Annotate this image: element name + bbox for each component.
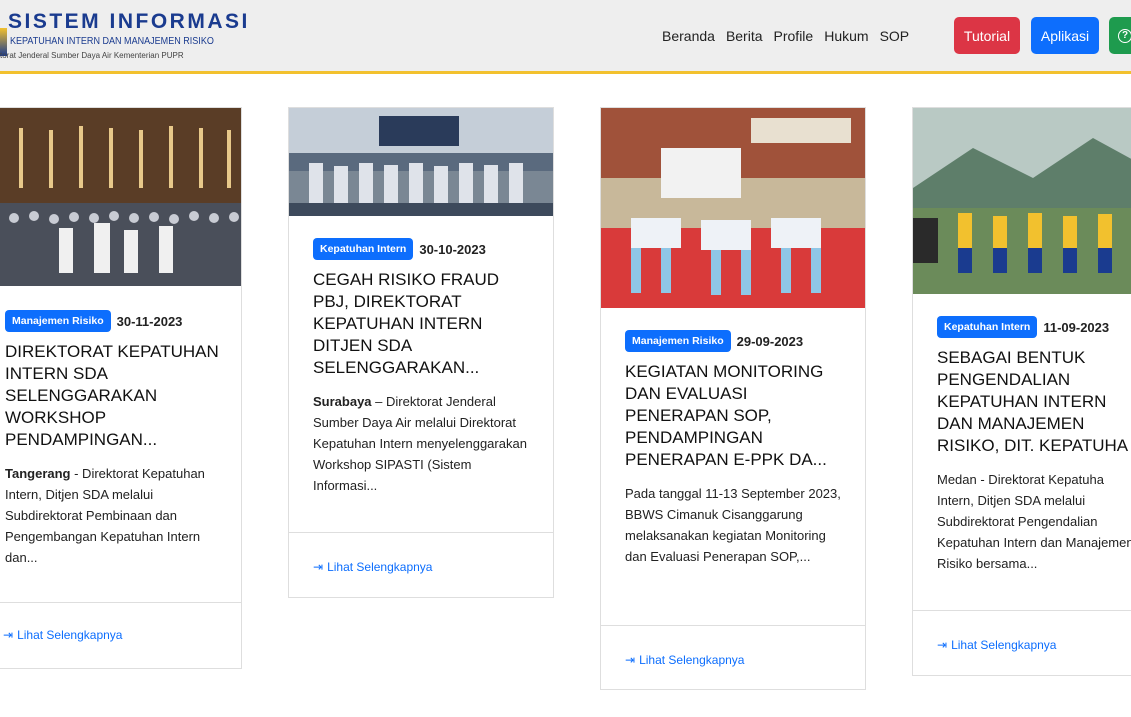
news-image[interactable] — [601, 108, 865, 308]
read-more-link[interactable]: ⇥ Lihat Selengkapnya — [625, 653, 744, 667]
brand-subtitle: KEPATUHAN INTERN DAN MANAJEMEN RISIKO — [10, 35, 214, 47]
sign-in-icon: ⇥ — [3, 628, 14, 642]
post-date: 30-11-2023 — [116, 313, 183, 329]
card-footer: ⇥ Lihat Selengkapnya — [913, 610, 1131, 677]
question-circle-icon: ? — [1118, 28, 1131, 43]
excerpt-location: Tangerang — [5, 466, 71, 481]
category-badge[interactable]: Kepatuhan Intern — [313, 238, 414, 260]
navbar: SISTEM INFORMASI KEPATUHAN INTERN DAN MA… — [0, 0, 1131, 74]
sign-in-icon: ⇥ — [625, 653, 636, 667]
excerpt-location: Surabaya — [313, 394, 372, 409]
category-badge[interactable]: Manajemen Risiko — [5, 310, 111, 332]
news-card: Manajemen Risiko 30-11-2023 DIREKTORAT K… — [0, 107, 242, 669]
excerpt-text: Medan - Direktorat Kepatuha Intern, Ditj… — [937, 472, 1131, 571]
post-date: 11-09-2023 — [1043, 319, 1110, 335]
nav-profile[interactable]: Profile — [774, 28, 814, 44]
post-date: 30-10-2023 — [419, 241, 486, 257]
card-footer: ⇥ Lihat Selengkapnya — [601, 625, 865, 691]
card-footer: ⇥ Lihat Selengkapnya — [0, 602, 241, 670]
news-image[interactable] — [913, 108, 1131, 294]
post-date: 29-09-2023 — [736, 333, 804, 349]
brand-title: SISTEM INFORMASI — [8, 10, 250, 33]
nav-hukum[interactable]: Hukum — [824, 28, 868, 44]
read-more-link[interactable]: ⇥ Lihat Selengkapnya — [3, 628, 122, 642]
news-excerpt: Tangerang - Direktorat Kepatuhan Intern,… — [5, 463, 231, 568]
news-excerpt: Surabaya – Direktorat Jenderal Sumber Da… — [313, 391, 539, 496]
news-excerpt: Pada tanggal 11-13 September 2023, BBWS … — [625, 483, 851, 567]
sign-in-icon: ⇥ — [937, 638, 948, 652]
brand-organization: torat Jenderal Sumber Daya Air Kementeri… — [0, 51, 184, 60]
news-title[interactable]: DIREKTORAT KEPATUHAN INTERN SDA SELENGGA… — [5, 341, 231, 451]
excerpt-text: Pada tanggal 11-13 September 2023, BBWS … — [625, 486, 841, 564]
nav-berita[interactable]: Berita — [726, 28, 763, 44]
news-image[interactable] — [0, 108, 241, 286]
news-image[interactable] — [289, 108, 553, 216]
help-button[interactable]: ? — [1109, 17, 1131, 54]
read-more-link[interactable]: ⇥ Lihat Selengkapnya — [937, 638, 1056, 652]
tutorial-button[interactable]: Tutorial — [954, 17, 1020, 54]
news-title[interactable]: SEBAGAI BENTUK PENGENDALIAN KEPATUHAN IN… — [937, 347, 1131, 457]
nav-beranda[interactable]: Beranda — [662, 28, 715, 44]
category-badge[interactable]: Manajemen Risiko — [625, 330, 731, 352]
category-badge[interactable]: Kepatuhan Intern — [937, 316, 1038, 338]
read-more-link[interactable]: ⇥ Lihat Selengkapnya — [313, 560, 432, 574]
news-title[interactable]: KEGIATAN MONITORING DAN EVALUASI PENERAP… — [625, 361, 851, 471]
nav-sop[interactable]: SOP — [880, 28, 910, 44]
card-footer: ⇥ Lihat Selengkapnya — [289, 532, 553, 599]
news-card: Kepatuhan Intern 11-09-2023 SEBAGAI BENT… — [912, 107, 1131, 676]
news-title[interactable]: CEGAH RISIKO FRAUD PBJ, DIREKTORAT KEPAT… — [313, 269, 539, 379]
news-card: Kepatuhan Intern 30-10-2023 CEGAH RISIKO… — [288, 107, 554, 598]
news-excerpt: Medan - Direktorat Kepatuha Intern, Ditj… — [937, 469, 1131, 574]
site-logo[interactable]: SISTEM INFORMASI KEPATUHAN INTERN DAN MA… — [0, 10, 247, 66]
aplikasi-button[interactable]: Aplikasi — [1031, 17, 1099, 54]
news-card: Manajemen Risiko 29-09-2023 KEGIATAN MON… — [600, 107, 866, 690]
main-nav: Beranda Berita Profile Hukum SOP — [662, 28, 920, 44]
sign-in-icon: ⇥ — [313, 560, 324, 574]
